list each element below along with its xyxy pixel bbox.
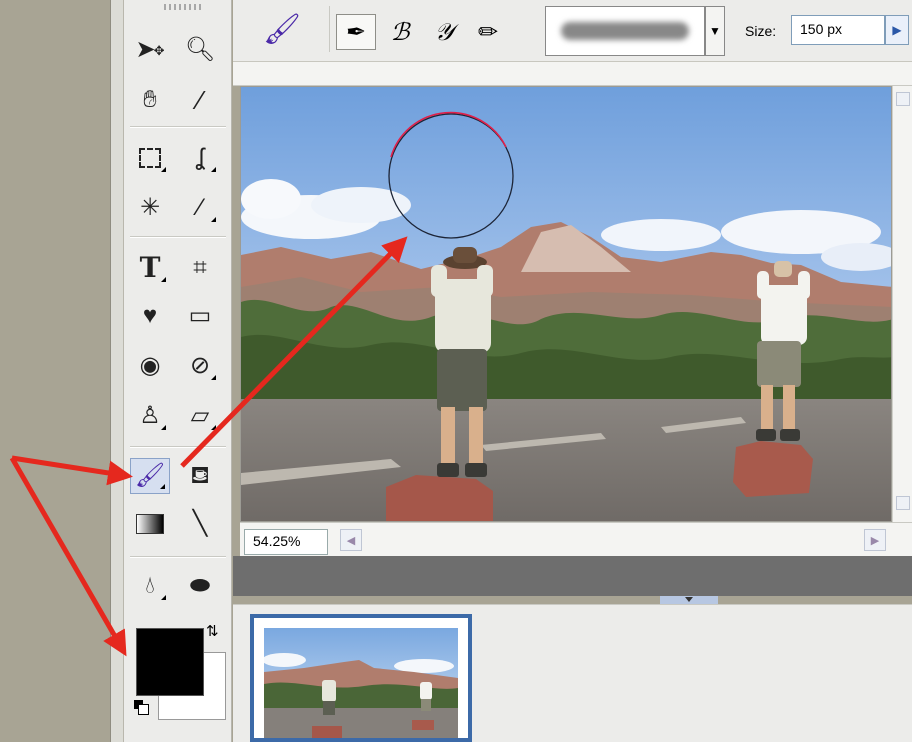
- zoom-level-field[interactable]: 54.25%: [244, 529, 328, 555]
- brush-preset-icon[interactable]: 🖌︎: [263, 12, 301, 47]
- impressionist-brush-icon: ℬ: [390, 18, 410, 46]
- clone-stamp-tool[interactable]: ♙: [130, 398, 170, 434]
- status-bar: 54.25% ◀ ▶: [240, 522, 912, 556]
- color-replacement-mode-button[interactable]: 𝒴: [424, 14, 464, 50]
- eraser-icon: ▱: [190, 402, 210, 429]
- move-tool[interactable]: ➤ ✥: [130, 32, 170, 68]
- line-icon: ╲: [192, 510, 208, 537]
- brush-preset-dropdown[interactable]: ▼: [705, 6, 725, 56]
- healing-brush-icon: ⊘: [189, 352, 211, 379]
- type-tool[interactable]: T: [130, 250, 170, 286]
- red-eye-tool[interactable]: ◉: [130, 348, 170, 384]
- move-icon: ➤: [135, 36, 156, 63]
- lasso-tool[interactable]: ʆ: [180, 140, 220, 176]
- cookie-cutter-icon: ♥: [142, 302, 158, 329]
- default-colors-icon[interactable]: [134, 700, 149, 715]
- options-bar: 🖌︎ ✒︎ ℬ 𝒴 ✏︎ ▼ Size: 150 px ▶: [233, 0, 912, 62]
- brush-mode-button[interactable]: ✒︎: [336, 14, 376, 50]
- thumbnail-image: [264, 628, 458, 738]
- brush-icon: ✒︎: [345, 18, 367, 46]
- swap-colors-icon[interactable]: ⇅: [206, 622, 219, 640]
- magic-wand-icon: ✳: [139, 194, 161, 221]
- crop-icon: ⌗: [193, 254, 207, 281]
- color-replacement-icon: 𝒴: [434, 18, 454, 46]
- separator: [130, 236, 226, 238]
- pencil-icon: ✏︎: [477, 18, 499, 46]
- sponge-icon: ⬬: [189, 572, 211, 599]
- scroll-down-button[interactable]: [896, 496, 910, 510]
- line-tool[interactable]: ╲: [180, 506, 220, 542]
- photo-bin-thumbnail[interactable]: [250, 614, 472, 742]
- scroll-left-button[interactable]: ◀: [340, 529, 362, 551]
- chevron-left-icon: ◀: [346, 534, 356, 547]
- separator: [130, 556, 226, 558]
- vertical-scrollbar[interactable]: [892, 86, 912, 526]
- eyedropper-icon: ⁄: [197, 85, 203, 115]
- paint-bucket-tool[interactable]: ⛾: [180, 458, 220, 494]
- straighten-tool[interactable]: ▭: [180, 298, 220, 334]
- size-slider-button[interactable]: ▶: [885, 15, 909, 45]
- healing-brush-tool[interactable]: ⊘: [180, 348, 220, 384]
- red-eye-icon: ◉: [139, 352, 161, 379]
- workspace-background: [0, 0, 110, 742]
- size-input[interactable]: 150 px: [791, 15, 885, 45]
- workspace-gap: [233, 556, 912, 596]
- eraser-tool[interactable]: ▱: [180, 398, 220, 434]
- zoom-tool[interactable]: 🔍︎: [180, 32, 220, 68]
- selection-brush-icon: ⁄: [197, 194, 202, 221]
- brush-stroke-preview: [561, 22, 689, 40]
- hand-icon: ✋︎: [143, 86, 157, 113]
- blur-tool[interactable]: 💧︎: [130, 568, 170, 604]
- lasso-icon: ʆ: [195, 144, 205, 171]
- zoom-icon: 🔍︎: [184, 36, 216, 63]
- photo: [241, 87, 891, 521]
- straighten-icon: ▭: [188, 302, 212, 329]
- eyedropper-tool[interactable]: ⁄: [180, 82, 220, 118]
- gradient-icon: [136, 514, 164, 534]
- chevron-right-icon: ▶: [892, 23, 902, 37]
- marquee-tool[interactable]: [130, 140, 170, 176]
- pencil-mode-button[interactable]: ✏︎: [468, 14, 508, 50]
- cookie-cutter-tool[interactable]: ♥: [130, 298, 170, 334]
- selection-brush-tool[interactable]: ⁄: [180, 190, 220, 226]
- hand-tool[interactable]: ✋︎: [130, 82, 170, 118]
- brush-preset-picker[interactable]: [545, 6, 705, 56]
- toolbox-edge: [110, 0, 124, 742]
- separator: [130, 446, 226, 448]
- separator: [130, 126, 226, 128]
- document-title-bar: [233, 62, 912, 86]
- gradient-tool[interactable]: [130, 506, 170, 542]
- sponge-tool[interactable]: ⬬: [180, 568, 220, 604]
- brush-mode-group: ✒︎ ℬ 𝒴 ✏︎: [329, 6, 525, 52]
- image-canvas[interactable]: [240, 86, 892, 522]
- clone-stamp-icon: ♙: [139, 402, 161, 429]
- magic-wand-tool[interactable]: ✳: [130, 190, 170, 226]
- brush-tool[interactable]: 🖌︎: [130, 458, 170, 494]
- scroll-up-button[interactable]: [896, 92, 910, 106]
- crop-tool[interactable]: ⌗: [180, 250, 220, 286]
- foreground-color-swatch[interactable]: [136, 628, 204, 696]
- chevron-right-icon: ▶: [870, 534, 880, 547]
- chevron-down-icon: ▼: [709, 24, 721, 38]
- toolbox-grip[interactable]: [164, 4, 204, 10]
- size-label: Size:: [745, 23, 777, 39]
- impressionist-mode-button[interactable]: ℬ: [380, 14, 420, 50]
- marquee-icon: [139, 148, 161, 168]
- paint-bucket-icon: ⛾: [190, 462, 210, 489]
- photo-bin-toggle[interactable]: [660, 596, 718, 604]
- type-icon: T: [139, 251, 161, 284]
- scroll-right-button[interactable]: ▶: [864, 529, 886, 551]
- blur-icon: 💧︎: [145, 572, 155, 599]
